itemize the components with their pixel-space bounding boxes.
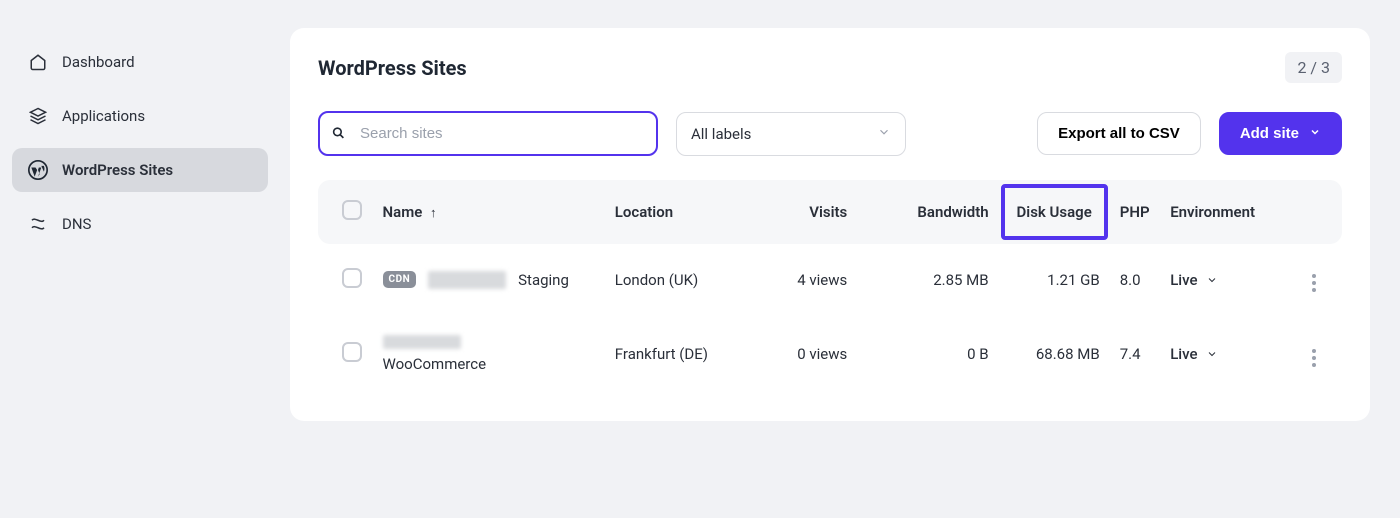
environment-select[interactable]: Live — [1170, 271, 1217, 289]
redacted-name — [383, 335, 461, 349]
sidebar: Dashboard Applications WordPress Sites D… — [0, 0, 280, 518]
sidebar-item-label: WordPress Sites — [62, 161, 173, 179]
cdn-badge: CDN — [383, 271, 417, 288]
location-cell: Frankfurt (DE) — [605, 315, 746, 393]
php-cell: 8.0 — [1110, 244, 1160, 315]
col-bandwidth[interactable]: Bandwidth — [857, 180, 998, 244]
row-checkbox[interactable] — [342, 342, 362, 362]
card-header: WordPress Sites 2 / 3 — [318, 52, 1342, 83]
sidebar-item-label: DNS — [62, 215, 91, 233]
environment-value: Live — [1170, 345, 1197, 363]
location-cell: London (UK) — [605, 244, 746, 315]
add-site-label: Add site — [1240, 125, 1299, 142]
table-row: WooCommerce Frankfurt (DE) 0 views 0 B 6… — [318, 315, 1342, 393]
toolbar: All labels Export all to CSV Add site — [318, 111, 1342, 156]
home-icon — [28, 52, 48, 72]
row-actions-button[interactable] — [1304, 271, 1324, 295]
sidebar-item-label: Applications — [62, 107, 145, 125]
wordpress-icon — [28, 160, 48, 180]
redacted-name — [428, 271, 506, 289]
sidebar-item-applications[interactable]: Applications — [12, 94, 268, 138]
col-actions — [1291, 180, 1342, 244]
chevron-down-icon — [1309, 125, 1321, 142]
sort-asc-icon: ↑ — [430, 206, 437, 221]
chevron-down-icon — [877, 125, 891, 143]
row-actions-button[interactable] — [1304, 346, 1324, 370]
col-visits[interactable]: Visits — [746, 180, 857, 244]
col-disk-usage-label: Disk Usage — [1009, 203, 1100, 221]
visits-cell: 0 views — [746, 315, 857, 393]
environment-select[interactable]: Live — [1170, 345, 1217, 363]
visits-cell: 4 views — [746, 244, 857, 315]
labels-filter-value: All labels — [691, 125, 751, 143]
dns-icon — [28, 214, 48, 234]
select-all-checkbox[interactable] — [342, 200, 362, 220]
environment-value: Live — [1170, 271, 1197, 289]
col-name[interactable]: Name ↑ — [373, 180, 605, 244]
export-csv-button[interactable]: Export all to CSV — [1037, 112, 1201, 155]
chevron-down-icon — [1206, 348, 1218, 360]
php-cell: 7.4 — [1110, 315, 1160, 393]
site-name-suffix: WooCommerce — [383, 355, 487, 373]
col-php[interactable]: PHP — [1110, 180, 1160, 244]
page-counter: 2 / 3 — [1285, 52, 1342, 83]
row-checkbox[interactable] — [342, 268, 362, 288]
main: WordPress Sites 2 / 3 All labels Export … — [280, 0, 1400, 518]
search-wrap — [318, 111, 658, 156]
disk-usage-cell: 68.68 MB — [999, 315, 1110, 393]
col-location[interactable]: Location — [605, 180, 746, 244]
sidebar-item-dashboard[interactable]: Dashboard — [12, 40, 268, 84]
table-header: Name ↑ Location Visits Bandwidth Disk Us… — [318, 180, 1342, 244]
search-icon — [332, 124, 345, 143]
sidebar-item-dns[interactable]: DNS — [12, 202, 268, 246]
table-body: CDN Staging London (UK) 4 views 2.85 MB … — [318, 244, 1342, 393]
add-site-button[interactable]: Add site — [1219, 112, 1342, 155]
sites-table: Name ↑ Location Visits Bandwidth Disk Us… — [318, 180, 1342, 393]
labels-filter-select[interactable]: All labels — [676, 112, 906, 156]
col-disk-usage[interactable]: Disk Usage — [999, 180, 1110, 244]
chevron-down-icon — [1206, 274, 1218, 286]
col-name-label: Name — [383, 203, 423, 221]
sidebar-item-label: Dashboard — [62, 53, 135, 71]
col-environment[interactable]: Environment — [1160, 180, 1291, 244]
sidebar-item-wordpress-sites[interactable]: WordPress Sites — [12, 148, 268, 192]
bandwidth-cell: 2.85 MB — [857, 244, 998, 315]
content-card: WordPress Sites 2 / 3 All labels Export … — [290, 28, 1370, 421]
bandwidth-cell: 0 B — [857, 315, 998, 393]
layers-icon — [28, 106, 48, 126]
disk-usage-cell: 1.21 GB — [999, 244, 1110, 315]
site-name-cell[interactable]: CDN Staging — [383, 271, 595, 289]
site-name-suffix: Staging — [518, 271, 569, 289]
page-title: WordPress Sites — [318, 56, 467, 80]
site-name-cell[interactable]: WooCommerce — [383, 335, 595, 373]
table-row: CDN Staging London (UK) 4 views 2.85 MB … — [318, 244, 1342, 315]
search-input[interactable] — [318, 111, 658, 156]
